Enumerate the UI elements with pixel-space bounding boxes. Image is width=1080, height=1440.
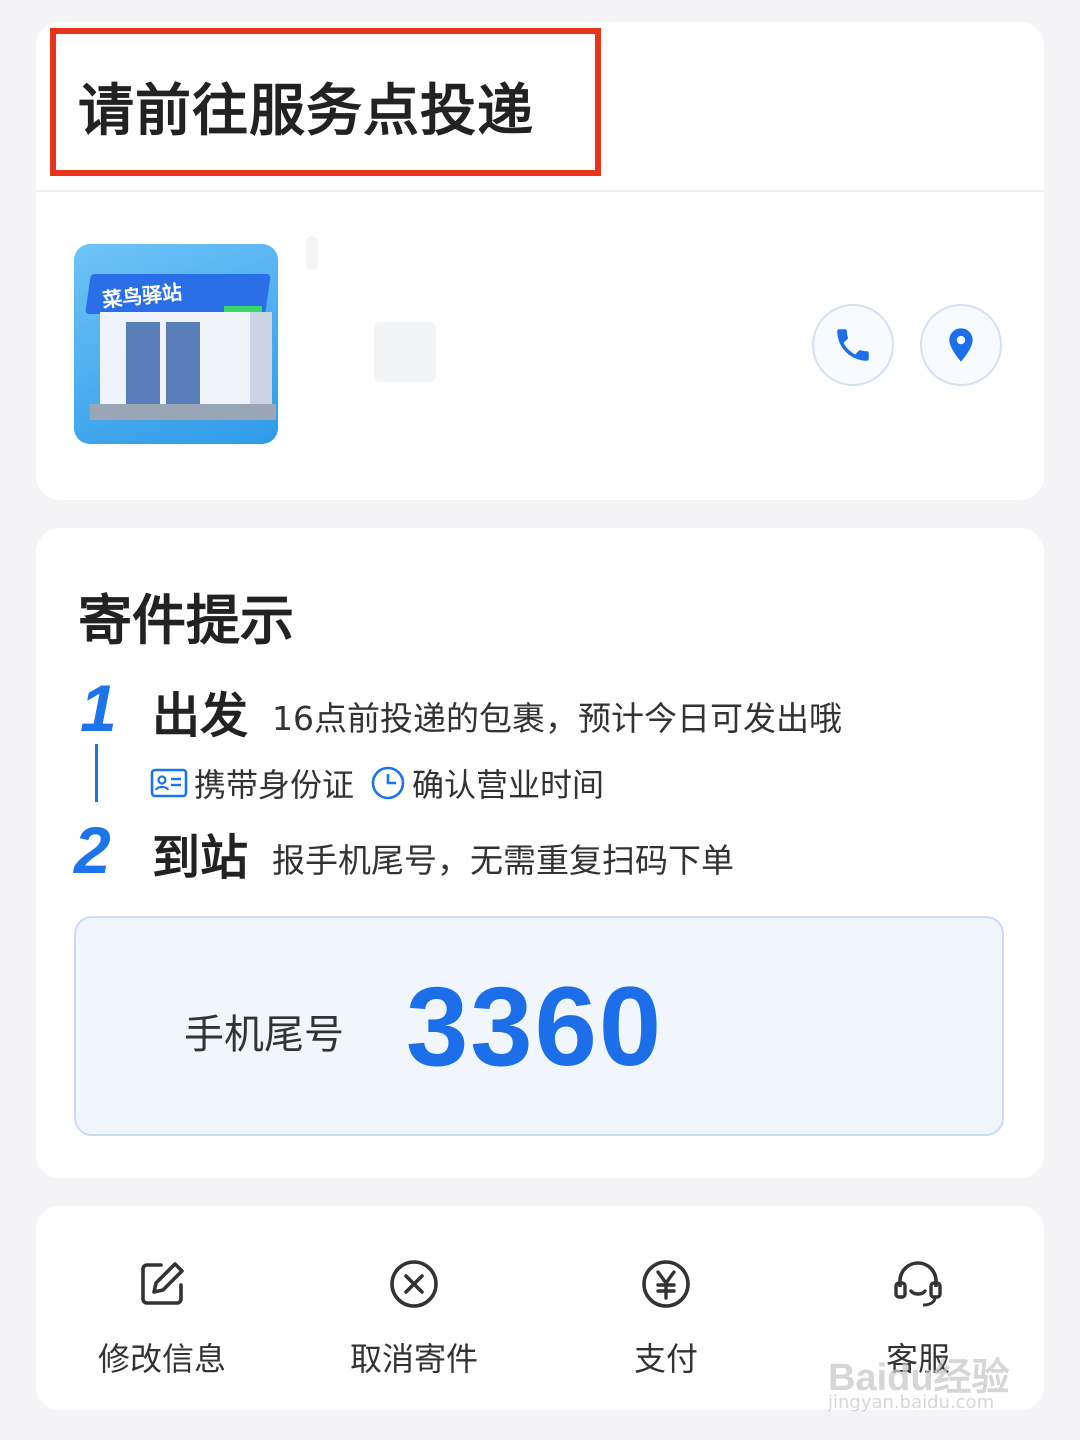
call-station-button[interactable] — [812, 304, 894, 386]
cancel-shipment-label: 取消寄件 — [349, 1340, 478, 1378]
service-point-card: 请前往服务点投递 菜鸟驿站 — [36, 22, 1044, 500]
shipping-tips-card: 寄件提示 1 出发 16点前投递的包裹，预计今日可发出哦 携带身份证 确认营业时… — [36, 528, 1044, 1178]
station-side — [250, 312, 272, 406]
step-heading-1: 出发 — [152, 688, 249, 744]
id-card-icon — [150, 768, 188, 798]
location-pin-icon — [949, 328, 973, 362]
station-door — [126, 322, 160, 406]
divider — [36, 190, 1044, 192]
edit-info-label: 修改信息 — [97, 1340, 226, 1378]
navigate-to-station-button[interactable] — [920, 304, 1002, 386]
tag-business-hours-label: 确认营业时间 — [412, 766, 605, 804]
clock-icon — [371, 766, 405, 800]
station-image: 菜鸟驿站 — [74, 244, 278, 444]
page-title: 请前往服务点投递 — [78, 79, 534, 144]
tag-id-card: 携带身份证 — [150, 760, 354, 806]
edit-info-button[interactable]: 修改信息 — [36, 1206, 288, 1410]
station-base — [90, 404, 276, 420]
step-description-2: 报手机尾号，无需重复扫码下单 — [272, 841, 734, 880]
phone-icon — [837, 329, 869, 361]
step-connector-line — [95, 744, 98, 802]
step-description-1: 16点前投递的包裹，预计今日可发出哦 — [272, 699, 842, 738]
yuan-icon — [642, 1260, 690, 1308]
baidu-watermark-url: jingyan.baidu.com — [828, 1392, 995, 1413]
tips-title: 寄件提示 — [78, 589, 294, 652]
pay-label: 支付 — [633, 1340, 698, 1378]
step-number-2: 2 — [74, 813, 111, 887]
phone-tail-value: 3360 — [406, 964, 664, 1089]
station-door — [166, 322, 200, 406]
cancel-icon — [390, 1260, 438, 1308]
header: 请前往服务点投递 — [36, 22, 1044, 190]
step-number-1: 1 — [80, 671, 117, 745]
phone-tail-box: 手机尾号 3360 — [74, 916, 1004, 1136]
phone-tail-label: 手机尾号 — [184, 1012, 344, 1058]
tag-id-card-label: 携带身份证 — [194, 766, 355, 804]
step-requirements: 携带身份证 确认营业时间 — [150, 760, 620, 806]
redacted-station-address — [374, 322, 436, 382]
edit-icon — [141, 1262, 184, 1305]
headset-icon — [894, 1261, 942, 1307]
step-heading-2: 到站 — [152, 830, 249, 886]
cancel-shipment-button[interactable]: 取消寄件 — [288, 1206, 540, 1410]
redacted-station-name — [306, 236, 318, 270]
pay-button[interactable]: 支付 — [540, 1206, 792, 1410]
page: 请前往服务点投递 菜鸟驿站 寄件提示 1 出发 16点前投递的包裹，预计今日可发… — [0, 0, 1080, 1440]
tag-business-hours: 确认营业时间 — [370, 760, 604, 806]
